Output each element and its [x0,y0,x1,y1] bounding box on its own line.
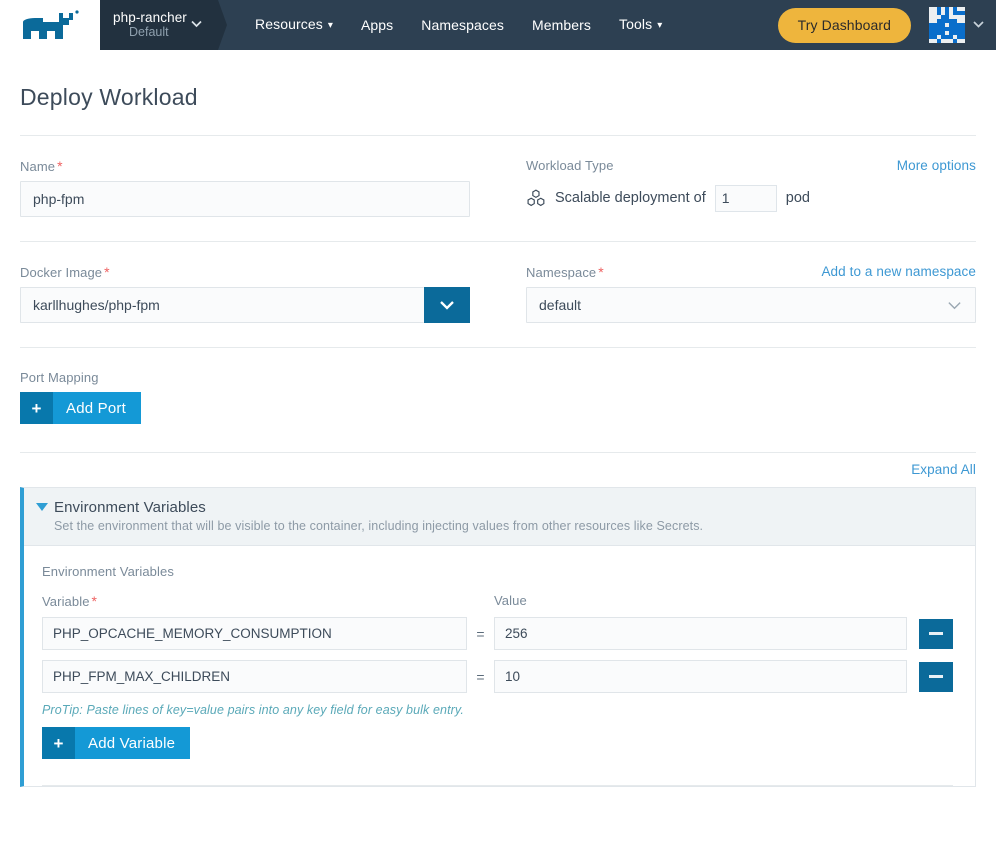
plus-icon: + [42,727,75,759]
name-label: Name * [20,158,63,174]
nav-item-tools[interactable]: Tools ▾ [605,0,676,52]
column-header-variable: Variable * [42,593,98,609]
protip-text: ProTip: Paste lines of key=value pairs i… [42,703,464,717]
chevron-down-icon [973,19,984,31]
nav-item-label: Resources [255,15,323,32]
env-key-input[interactable] [42,617,467,650]
panel-title: Environment Variables [54,499,206,516]
name-field-group: Name * [20,158,498,217]
required-asterisk: * [91,593,98,609]
namespace-select[interactable] [526,287,976,323]
add-namespace-link[interactable]: Add to a new namespace [821,264,976,279]
env-value-input[interactable] [494,617,907,650]
docker-image-group: Docker Image * [20,264,498,323]
name-input[interactable] [20,181,470,217]
user-menu[interactable] [929,7,984,43]
page-title: Deploy Workload [20,84,198,110]
port-mapping-group: Port Mapping + Add Port [20,370,976,424]
add-variable-button[interactable]: + Add Variable [42,727,191,759]
port-mapping-label: Port Mapping [20,370,99,385]
cluster-subtitle: Default [129,25,169,39]
main-nav: Resources ▾ Apps Namespaces Members Tools… [218,0,676,50]
divider [20,347,976,348]
table-row: = [42,660,953,693]
try-dashboard-button[interactable]: Try Dashboard [777,7,911,43]
workload-type-group: Workload Type More options Scalable depl… [498,158,976,217]
equals-sign: = [476,668,485,685]
cluster-selector[interactable]: php-rancher Default [100,0,227,50]
docker-image-dropdown-button[interactable] [424,287,470,323]
divider [20,241,976,242]
environment-variables-panel: Environment Variables Set the environmen… [20,487,976,787]
chevron-down-icon [191,20,202,31]
equals-sign: = [476,625,485,642]
nav-item-resources[interactable]: Resources ▾ [241,0,347,52]
more-options-link[interactable]: More options [897,158,976,173]
remove-variable-button[interactable] [919,618,953,649]
docker-image-combo [20,287,470,323]
image-namespace-row: Docker Image* Namespace* Add to a new na… [20,264,976,323]
environment-variables-panel-body: Environment Variables Variable* Value = [24,546,975,786]
nav-item-members[interactable]: Members [518,0,605,50]
plus-icon: + [20,392,53,424]
divider [42,785,953,786]
env-value-input[interactable] [494,660,907,693]
pod-count-input[interactable] [714,184,777,212]
expand-all-row: Expand All [20,453,976,479]
minus-icon [929,675,943,678]
env-key-input[interactable] [42,660,467,693]
required-asterisk: * [598,264,604,280]
workload-type-prefix: Scalable deployment of [555,190,706,206]
header-right-group: Try Dashboard [777,0,996,50]
required-asterisk: * [57,158,63,174]
cluster-selector-arrow [218,0,227,50]
namespace-group: Namespace * Add to a new namespace [498,264,976,323]
nav-item-label: Tools [619,15,653,32]
rancher-logo[interactable] [0,0,100,50]
remove-variable-button[interactable] [919,661,953,692]
caret-down-icon[interactable] [36,503,48,511]
add-port-button[interactable]: + Add Port [20,392,141,424]
chevron-down-icon: ▾ [657,19,663,31]
nav-item-namespaces[interactable]: Namespaces [407,0,518,50]
required-asterisk: * [104,264,110,280]
panel-description: Set the environment that will be visible… [54,519,704,533]
column-header-value: Value [494,593,527,608]
docker-image-input[interactable] [20,287,424,323]
namespace-select-wrapper [526,287,976,323]
table-row: = [42,617,953,650]
top-navigation-bar: php-rancher Default Resources ▾ Apps Name… [0,0,996,50]
page-content: Deploy Workload Name* Workload Type More… [0,50,996,787]
nav-item-apps[interactable]: Apps [347,0,407,50]
cluster-name: php-rancher [113,10,187,25]
env-section-label: Environment Variables [42,564,174,579]
rancher-bull-logo [23,10,79,39]
workload-type-value: Scalable deployment of pod [526,180,976,216]
name-workload-row: Name* Workload Type More options Scalabl… [20,158,976,217]
chevron-down-icon [440,301,454,310]
workload-type-suffix: pod [785,190,810,206]
divider [20,135,976,136]
minus-icon [929,632,943,635]
environment-variables-panel-header[interactable]: Environment Variables Set the environmen… [24,488,975,546]
docker-image-label: Docker Image * [20,264,110,280]
chevron-down-icon: ▾ [327,19,333,31]
user-identicon-avatar [929,7,965,43]
add-port-label: Add Port [53,392,141,424]
env-table-header: Variable * Value [42,593,953,609]
add-variable-label: Add Variable [75,727,191,759]
expand-all-link[interactable]: Expand All [911,462,976,477]
scalable-deployment-icon [527,189,545,207]
